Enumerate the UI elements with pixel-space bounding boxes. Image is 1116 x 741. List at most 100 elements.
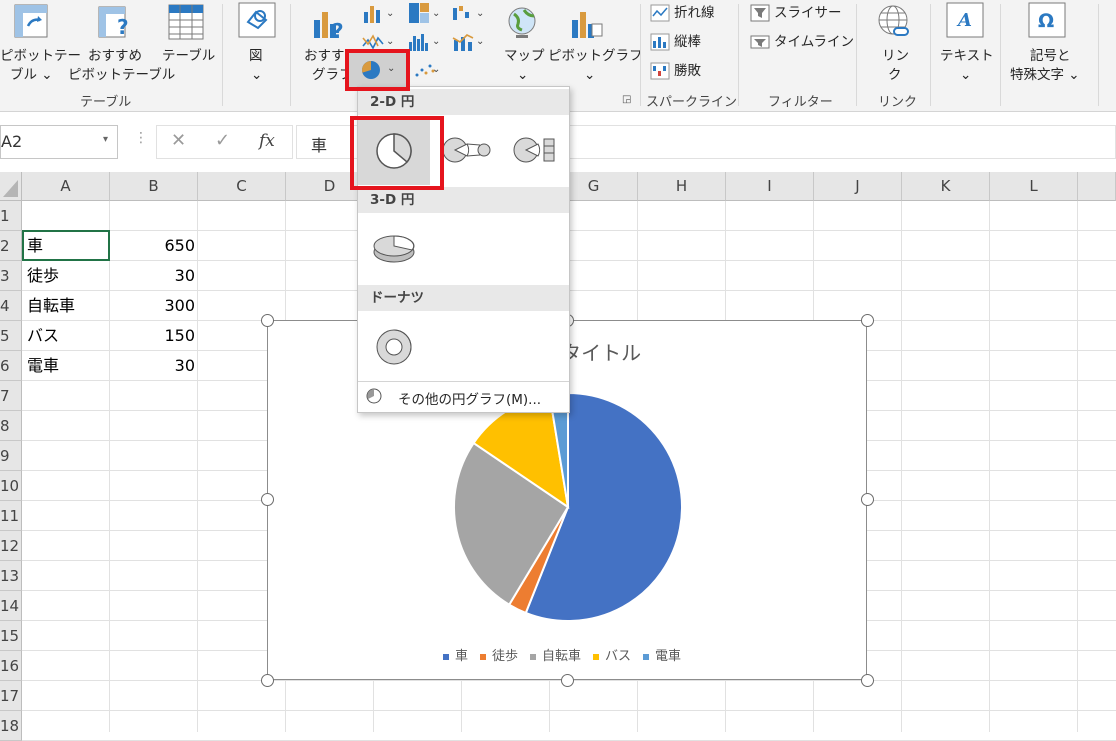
map-button[interactable]: マップ ⌄	[500, 2, 545, 88]
column-header[interactable]: J	[814, 172, 902, 201]
chevron-down-icon[interactable]: ▾	[103, 134, 108, 145]
bar-of-pie-option[interactable]	[500, 117, 568, 185]
chevron-down-icon[interactable]: ⌄	[386, 8, 394, 19]
insert-function-icon[interactable]: fx	[259, 131, 275, 151]
name-box[interactable]: A2 ▾	[0, 125, 118, 159]
timeline-button[interactable]: タイムライン	[748, 31, 854, 55]
resize-handle[interactable]	[561, 674, 574, 687]
row-header[interactable]: 6	[0, 351, 22, 381]
legend-label: 自転車	[541, 649, 581, 664]
cell-value[interactable]: 30	[110, 351, 195, 381]
illustrations-button[interactable]: 図 ⌄	[234, 2, 280, 88]
legend-item[interactable]: 電車	[643, 649, 681, 664]
chevron-down-icon[interactable]: ⌄	[432, 36, 440, 47]
row-header[interactable]: 12	[0, 531, 22, 561]
pie-of-pie-icon	[442, 137, 491, 163]
recommended-charts-button[interactable]: ? おすすめ グラフ	[298, 2, 358, 88]
cancel-icon[interactable]: ✕	[171, 130, 186, 151]
illustrations-icon	[238, 2, 276, 38]
chevron-down-icon[interactable]: ⌄	[432, 8, 440, 19]
row-header[interactable]: 3	[0, 261, 22, 291]
row-header[interactable]: 10	[0, 471, 22, 501]
more-pie-charts-link[interactable]: その他の円グラフ(M)...	[358, 385, 569, 409]
select-all-corner[interactable]	[0, 172, 22, 201]
row-header[interactable]: 11	[0, 501, 22, 531]
omega-symbol-icon: Ω	[1028, 2, 1066, 38]
grid-line	[1077, 201, 1078, 732]
map-label: マップ	[504, 48, 545, 64]
pivot-table-button[interactable]: ピボットテー ブル ⌄	[0, 2, 81, 88]
legend-item[interactable]: 自転車	[529, 649, 581, 664]
row-header[interactable]: 15	[0, 621, 22, 651]
text-button[interactable]: A テキスト ⌄	[936, 2, 996, 88]
section-2d-pie: 2-D 円	[358, 89, 569, 115]
column-chart-icon[interactable]	[362, 4, 384, 24]
column-header[interactable]: C	[198, 172, 286, 201]
chevron-down-icon[interactable]: ⌄	[386, 36, 394, 47]
resize-handle[interactable]	[861, 674, 874, 687]
chevron-down-icon[interactable]: ⌄	[476, 36, 484, 47]
row-header[interactable]: 7	[0, 381, 22, 411]
chevron-down-icon[interactable]: ⌄	[432, 64, 440, 75]
sparkline-column-button[interactable]: 縦棒	[648, 31, 734, 55]
active-cell[interactable]	[22, 230, 110, 261]
section-3d-pie: 3-D 円	[358, 187, 569, 213]
legend-item[interactable]: バス	[593, 649, 631, 664]
column-header[interactable]: L	[990, 172, 1078, 201]
resize-handle[interactable]	[261, 674, 274, 687]
sparkline-line-button[interactable]: 折れ線	[648, 2, 734, 26]
donut-option[interactable]	[358, 313, 430, 379]
resize-handle[interactable]	[861, 493, 874, 506]
row-header[interactable]: 5	[0, 321, 22, 351]
table-button[interactable]: テーブル	[162, 2, 215, 88]
row-header[interactable]: 9	[0, 441, 22, 471]
dialog-launcher-icon[interactable]: ◲	[622, 94, 631, 105]
column-header[interactable]: H	[638, 172, 726, 201]
row-header[interactable]: 14	[0, 591, 22, 621]
cell-label[interactable]: バス	[27, 321, 59, 351]
resize-handle[interactable]	[861, 314, 874, 327]
row-header[interactable]: 8	[0, 411, 22, 441]
column-header[interactable]: B	[110, 172, 198, 201]
row-header[interactable]: 17	[0, 681, 22, 711]
resize-handle[interactable]	[261, 314, 274, 327]
hierarchy-chart-icon[interactable]	[408, 2, 430, 24]
chevron-down-icon[interactable]: ⌄	[476, 8, 484, 19]
column-header[interactable]	[1078, 172, 1116, 201]
pie-3d-option[interactable]	[358, 215, 430, 281]
column-sparkline-icon	[650, 33, 670, 51]
row-header[interactable]: 13	[0, 561, 22, 591]
row-header[interactable]: 2	[0, 231, 22, 261]
cell-label[interactable]: 徒歩	[27, 261, 59, 291]
link-button[interactable]: リン ク	[868, 2, 920, 88]
waterfall-chart-icon[interactable]	[452, 4, 474, 24]
column-header[interactable]: I	[726, 172, 814, 201]
cell-value[interactable]: 300	[110, 291, 195, 321]
grid-line	[989, 201, 990, 732]
legend-item[interactable]: 車	[442, 649, 468, 664]
legend-item[interactable]: 徒歩	[479, 649, 518, 664]
slicer-button[interactable]: スライサー	[748, 2, 844, 26]
cell-value[interactable]: 650	[110, 231, 195, 261]
row-header[interactable]: 4	[0, 291, 22, 321]
column-header[interactable]: A	[22, 172, 110, 201]
cell-value[interactable]: 30	[110, 261, 195, 291]
cell-label[interactable]: 自転車	[27, 291, 75, 321]
recommended-pivot-button[interactable]: ? おすすめ ピボットテーブル	[66, 2, 175, 88]
symbols-button[interactable]: Ω 記号と 特殊文字 ⌄	[1006, 2, 1102, 88]
column-header[interactable]: K	[902, 172, 990, 201]
cell-value[interactable]: 150	[110, 321, 195, 351]
chart-legend[interactable]: 車 徒歩 自転車 バス 電車	[268, 645, 868, 664]
chevron-down-icon: ⌄	[960, 67, 972, 83]
sparkline-winloss-button[interactable]: 勝敗	[648, 60, 734, 84]
resize-handle[interactable]	[261, 493, 274, 506]
combo-chart-icon[interactable]	[452, 32, 474, 52]
pie-chart[interactable]	[450, 389, 686, 625]
row-header[interactable]: 16	[0, 651, 22, 681]
statistic-chart-icon[interactable]	[408, 32, 430, 52]
pivot-chart-button[interactable]: ピボットグラフ ⌄	[546, 2, 643, 88]
row-header[interactable]: 1	[0, 201, 22, 231]
enter-icon[interactable]: ✓	[215, 130, 230, 151]
row-header[interactable]: 18	[0, 711, 22, 741]
cell-label[interactable]: 電車	[27, 351, 59, 381]
